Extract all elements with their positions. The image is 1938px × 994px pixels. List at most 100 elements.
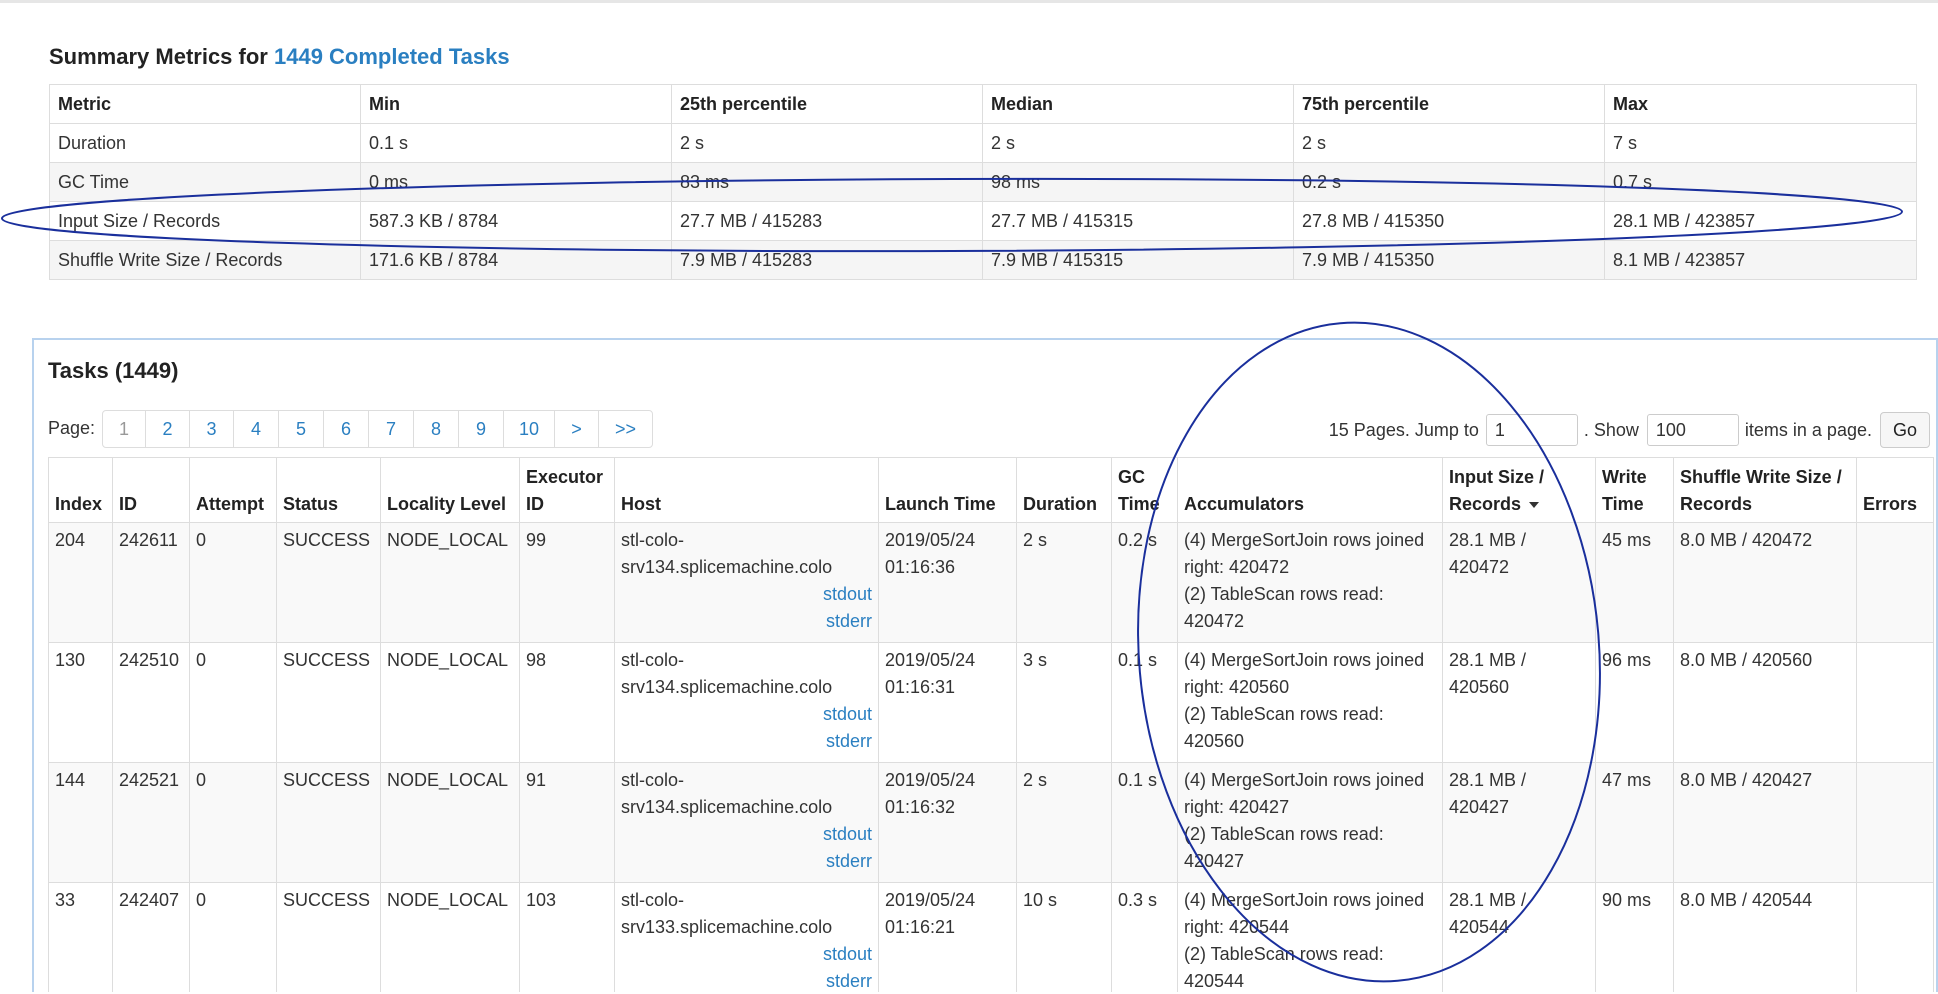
stderr-link[interactable]: stderr	[621, 848, 872, 875]
cell-attempt: 0	[189, 522, 277, 643]
cell-input-size: 28.1 MB /420560	[1442, 642, 1596, 763]
stdout-link[interactable]: stdout	[621, 941, 872, 968]
column-header-shuffle-write[interactable]: Shuffle Write Size / Records	[1673, 457, 1857, 523]
column-header-input-size[interactable]: Input Size / Records	[1442, 457, 1596, 523]
cell-executor: 91	[519, 762, 615, 883]
next-page-button[interactable]: >	[554, 411, 598, 447]
cell-write-time: 47 ms	[1595, 762, 1674, 883]
table-row: 130 242510 0 SUCCESS NODE_LOCAL 98 stl-c…	[48, 642, 1934, 763]
page-link-2[interactable]: 2	[145, 411, 189, 447]
host-name-line: stl-colo-	[621, 890, 685, 910]
page-link-1[interactable]: 1	[103, 411, 145, 447]
page-link-8[interactable]: 8	[413, 411, 458, 447]
summary-header-cell[interactable]: Metric	[49, 84, 361, 124]
page-link-10[interactable]: 10	[503, 411, 554, 447]
stderr-link[interactable]: stderr	[621, 728, 872, 755]
cell-write-time: 96 ms	[1595, 642, 1674, 763]
stderr-link[interactable]: stderr	[621, 608, 872, 635]
completed-tasks-link[interactable]: 1449 Completed Tasks	[274, 44, 510, 69]
page-size-input[interactable]	[1646, 414, 1739, 446]
summary-header-cell[interactable]: Min	[360, 84, 672, 124]
summary-cell: 2 s	[1293, 123, 1605, 163]
page-link-7[interactable]: 7	[368, 411, 413, 447]
cell-input-size: 28.1 MB /420544	[1442, 882, 1596, 992]
cell-gc-time: 0.1 s	[1111, 762, 1178, 883]
last-page-button[interactable]: >>	[598, 411, 652, 447]
column-header-duration[interactable]: Duration	[1016, 457, 1112, 523]
cell-launch-time: 2019/05/24 01:16:21	[878, 882, 1017, 992]
column-header-accumulators[interactable]: Accumulators	[1177, 457, 1443, 523]
cell-host: stl-colo- srv134.splicemachine.colo stdo…	[614, 522, 879, 643]
cell-launch-time: 2019/05/24 01:16:32	[878, 762, 1017, 883]
cell-errors	[1856, 642, 1934, 763]
summary-title-prefix: Summary Metrics for	[49, 44, 268, 69]
column-header-id[interactable]: ID	[112, 457, 190, 523]
summary-row-duration: Duration 0.1 s 2 s 2 s 2 s 7 s	[49, 123, 1917, 163]
cell-attempt: 0	[189, 762, 277, 883]
summary-header-cell[interactable]: Max	[1604, 84, 1917, 124]
column-header-executor-id[interactable]: Executor ID	[519, 457, 615, 523]
column-header-index[interactable]: Index	[48, 457, 113, 523]
page-jump-controls: 15 Pages. Jump to . Show items in a page…	[1329, 412, 1936, 448]
column-header-write-time[interactable]: Write Time	[1595, 457, 1674, 523]
summary-cell: 0.2 s	[1293, 162, 1605, 202]
page-link-6[interactable]: 6	[323, 411, 368, 447]
column-header-locality[interactable]: Locality Level	[380, 457, 520, 523]
summary-header-cell[interactable]: Median	[982, 84, 1294, 124]
cell-locality: NODE_LOCAL	[380, 762, 520, 883]
cell-duration: 3 s	[1016, 642, 1112, 763]
summary-cell: 0.7 s	[1604, 162, 1917, 202]
stdout-link[interactable]: stdout	[621, 701, 872, 728]
summary-cell: 7 s	[1604, 123, 1917, 163]
column-header-attempt[interactable]: Attempt	[189, 457, 277, 523]
cell-status: SUCCESS	[276, 522, 381, 643]
summary-cell: 587.3 KB / 8784	[360, 201, 672, 241]
cell-status: SUCCESS	[276, 642, 381, 763]
cell-executor: 103	[519, 882, 615, 992]
summary-cell: 2 s	[982, 123, 1294, 163]
stdout-link[interactable]: stdout	[621, 821, 872, 848]
show-text: . Show	[1583, 419, 1639, 440]
page-link-4[interactable]: 4	[233, 411, 278, 447]
cell-errors	[1856, 762, 1934, 883]
page-link-5[interactable]: 5	[278, 411, 323, 447]
summary-cell: 171.6 KB / 8784	[360, 240, 672, 280]
page-link-9[interactable]: 9	[458, 411, 503, 447]
cell-launch-time: 2019/05/24 01:16:31	[878, 642, 1017, 763]
cell-host: stl-colo- srv134.splicemachine.colo stdo…	[614, 642, 879, 763]
summary-cell: 0.1 s	[360, 123, 672, 163]
tasks-panel: Tasks (1449) Page: 1 2 3 4 5 6 7 8 9 10 …	[32, 338, 1938, 992]
page-link-3[interactable]: 3	[189, 411, 233, 447]
summary-cell: 8.1 MB / 423857	[1604, 240, 1917, 280]
column-header-launch-time[interactable]: Launch Time	[878, 457, 1017, 523]
cell-gc-time: 0.1 s	[1111, 642, 1178, 763]
summary-row-input-size: Input Size / Records 587.3 KB / 8784 27.…	[49, 201, 1917, 241]
cell-index: 130	[48, 642, 113, 763]
page-label: Page:	[48, 418, 96, 438]
column-header-host[interactable]: Host	[614, 457, 879, 523]
column-header-errors[interactable]: Errors	[1856, 457, 1934, 523]
cell-shuffle-write: 8.0 MB / 420560	[1673, 642, 1857, 763]
cell-input-size: 28.1 MB /420472	[1442, 522, 1596, 643]
cell-executor: 98	[519, 642, 615, 763]
cell-duration: 2 s	[1016, 522, 1112, 643]
cell-input-size: 28.1 MB /420427	[1442, 762, 1596, 883]
cell-errors	[1856, 882, 1934, 992]
column-header-gc-time[interactable]: GC Time	[1111, 457, 1178, 523]
host-name-line: stl-colo-	[621, 770, 685, 790]
table-row: 33 242407 0 SUCCESS NODE_LOCAL 103 stl-c…	[48, 882, 1934, 992]
table-row: 204 242611 0 SUCCESS NODE_LOCAL 99 stl-c…	[48, 522, 1934, 643]
summary-header-cell[interactable]: 75th percentile	[1293, 84, 1605, 124]
cell-shuffle-write: 8.0 MB / 420544	[1673, 882, 1857, 992]
stdout-link[interactable]: stdout	[621, 581, 872, 608]
cell-write-time: 45 ms	[1595, 522, 1674, 643]
jump-page-input[interactable]	[1485, 414, 1578, 446]
host-name-line: srv133.splicemachine.colo	[621, 917, 833, 937]
summary-cell: 7.9 MB / 415350	[1293, 240, 1605, 280]
cell-gc-time: 0.2 s	[1111, 522, 1178, 643]
summary-header-cell[interactable]: 25th percentile	[671, 84, 983, 124]
go-button[interactable]: Go	[1879, 412, 1930, 448]
column-header-status[interactable]: Status	[276, 457, 381, 523]
tasks-title: Tasks (1449)	[48, 358, 179, 383]
stderr-link[interactable]: stderr	[621, 968, 872, 992]
